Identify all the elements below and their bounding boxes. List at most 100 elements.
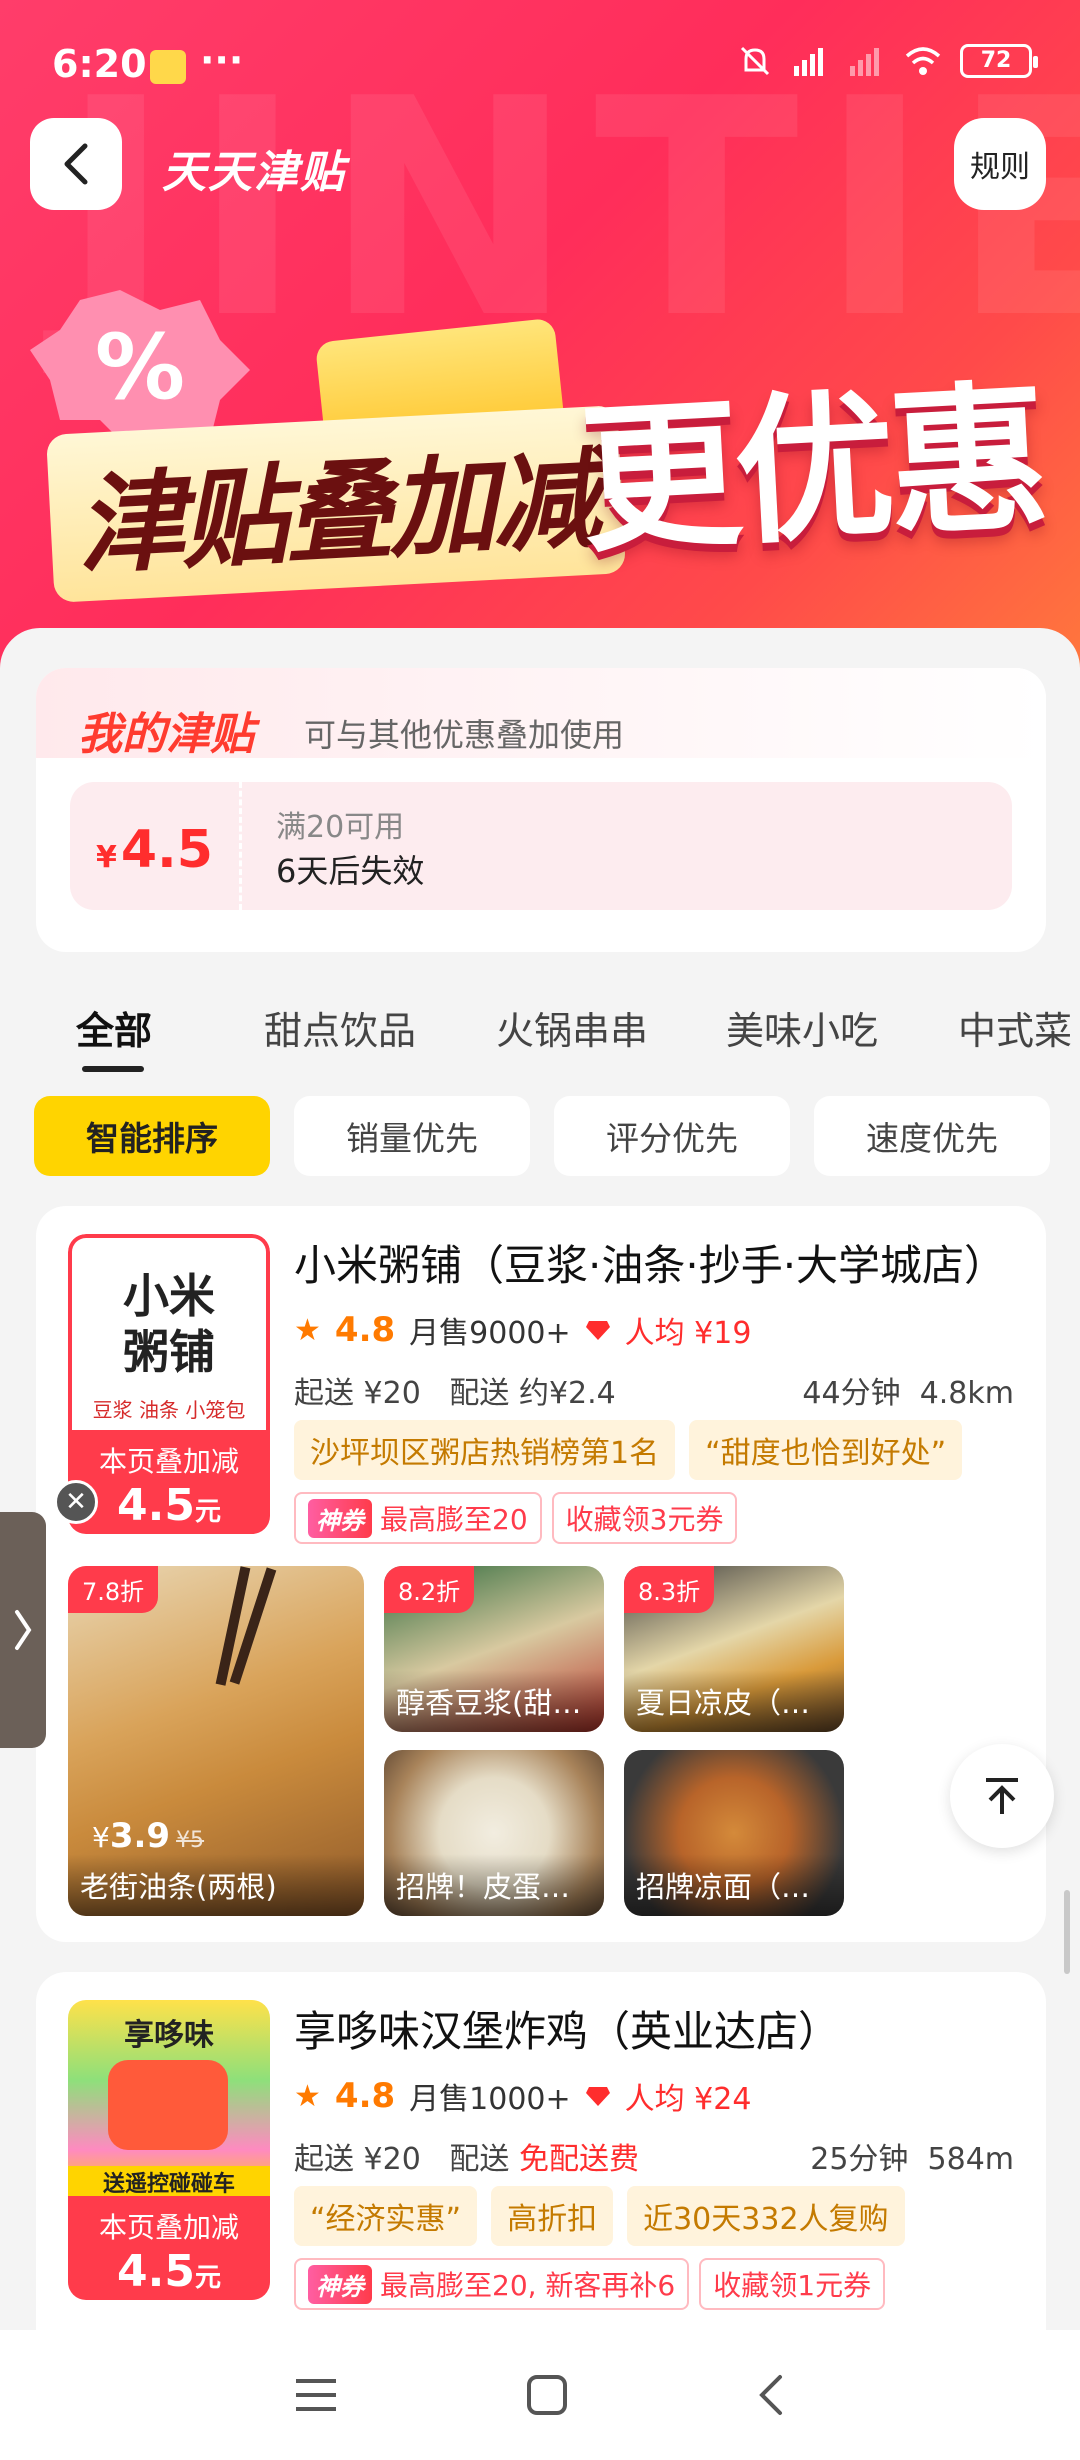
diamond-icon — [585, 2087, 610, 2106]
store-logo-image: 享哆味 送遥控碰碰车 — [68, 2000, 270, 2200]
stack-discount-badge: 本页叠加减 4.5元 — [68, 1430, 270, 1534]
dish-card[interactable]: 招牌！皮蛋… — [384, 1750, 604, 1916]
promo-favorite-coupon[interactable]: 收藏领3元券 — [551, 1492, 738, 1544]
side-drawer-handle[interactable] — [0, 1512, 46, 1748]
subsidy-description: 可与其他优惠叠加使用 — [304, 716, 625, 754]
close-icon[interactable]: ✕ — [54, 1480, 98, 1524]
back-to-top-button[interactable] — [950, 1744, 1054, 1848]
signal-icon — [794, 48, 823, 76]
promo-coupon[interactable]: 神券 最高膨至20, 新客再补6 — [294, 2258, 690, 2310]
store-tags: “经济实惠” 高折扣 近30天332人复购 — [294, 2186, 905, 2246]
store-logo[interactable]: 享哆味 送遥控碰碰车 本页叠加减 4.5元 — [68, 2000, 270, 2300]
notification-app-icon — [150, 50, 186, 84]
store-rating: 4.8 — [334, 1310, 396, 1350]
store-rating: 4.8 — [334, 2076, 396, 2116]
sort-smart-button[interactable]: 智能排序 — [34, 1096, 270, 1176]
back-button[interactable] — [30, 118, 122, 210]
dish-card[interactable]: 8.3折 夏日凉皮（… — [624, 1566, 844, 1732]
system-navigation-bar — [0, 2330, 1080, 2460]
badge-unit: 元 — [194, 2263, 221, 2293]
promo-coupon[interactable]: 神券 最高膨至20 — [294, 1492, 542, 1544]
tab-desserts-drinks[interactable]: 甜点饮品 — [264, 1000, 416, 1055]
tab-chinese-dishes[interactable]: 中式菜 — [958, 1000, 1072, 1055]
dish-orig-price: ¥5 — [176, 1828, 205, 1853]
home-icon[interactable] — [525, 2373, 569, 2417]
store-card[interactable]: 小米 粥铺 豆浆 油条 小笼包 本页叠加减 4.5元 小米粥铺（豆浆·油条·抄手… — [36, 1206, 1046, 1942]
sort-options: 智能排序 销量优先 评分优先 速度优先 — [34, 1096, 1054, 1176]
tab-active-indicator — [82, 1066, 144, 1072]
avg-price: 人均 ¥19 — [624, 1316, 752, 1351]
status-bar: 6:20 ··· 72 — [0, 0, 1080, 130]
store-delivery: 起送 ¥20 配送 免配送费 25分钟 584m — [294, 2134, 1014, 2178]
badge-amount: 4.5元 — [68, 2246, 270, 2297]
time-distance: 44分钟 4.8km — [802, 1368, 1014, 1412]
tab-snacks[interactable]: 美味小吃 — [726, 1000, 878, 1055]
coupon-value: 4.5 — [120, 820, 213, 880]
battery-indicator: 72 — [960, 44, 1038, 78]
sort-rating-button[interactable]: 评分优先 — [554, 1096, 790, 1176]
coupon-currency: ¥ — [96, 840, 117, 875]
tab-all[interactable]: 全部 — [76, 1000, 152, 1055]
store-tag: “甜度也恰到好处” — [689, 1420, 963, 1480]
dish-name: 招牌凉面（… — [624, 1854, 844, 1916]
distance: 4.8km — [919, 1376, 1014, 1411]
super-coupon-tag: 神券 — [308, 2264, 372, 2304]
store-tags: 沙坪坝区粥店热销榜第1名 “甜度也恰到好处” — [294, 1420, 963, 1480]
star-icon: ★ — [294, 1312, 321, 1348]
store-logo[interactable]: 小米 粥铺 豆浆 油条 小笼包 本页叠加减 4.5元 — [68, 1234, 270, 1534]
dish-currency: ¥ — [92, 1821, 110, 1854]
dish-card[interactable]: 7.8折 ¥3.9 ¥5 老街油条(两根) — [68, 1566, 364, 1916]
dish-name: 招牌！皮蛋… — [384, 1854, 604, 1916]
subsidy-title: 我的津贴 — [78, 709, 254, 760]
my-subsidy-card: 我的津贴 可与其他优惠叠加使用 ¥ 4.5 满20可用 6天后失效 — [36, 668, 1046, 952]
store-delivery: 起送 ¥20 配送 约¥2.4 44分钟 4.8km — [294, 1368, 1014, 1412]
badge-unit: 元 — [194, 1497, 221, 1527]
store-promos: 神券 最高膨至20 收藏领3元券 — [294, 1492, 738, 1544]
store-name[interactable]: 享哆味汉堡炸鸡（英业达店） — [294, 1998, 1014, 2059]
sort-speed-button[interactable]: 速度优先 — [814, 1096, 1050, 1176]
badge-value: 4.5 — [117, 2246, 195, 2297]
coupon-expiry: 6天后失效 — [276, 852, 425, 890]
distance: 584m — [927, 2142, 1014, 2177]
scrollbar[interactable] — [1064, 1890, 1070, 1974]
signal-weak-icon — [850, 48, 879, 76]
mute-bell-icon — [740, 46, 770, 76]
dish-card[interactable]: 招牌凉面（… — [624, 1750, 844, 1916]
wifi-icon — [905, 47, 941, 75]
chevron-right-icon — [15, 1610, 32, 1650]
tab-hotpot[interactable]: 火锅串串 — [496, 1000, 648, 1055]
coupon-condition: 满20可用 — [276, 810, 405, 845]
banner-slogan-right: 更优惠 — [576, 364, 1048, 575]
dish-price: ¥3.9 ¥5 — [92, 1816, 204, 1856]
promo-favorite-coupon[interactable]: 收藏领1元券 — [699, 2258, 886, 2310]
store-tag: 近30天332人复购 — [627, 2186, 905, 2246]
store-meta: ★ 4.8 月售9000+ 人均 ¥19 — [294, 1308, 751, 1352]
promo-banner[interactable]: % 津贴叠加减 更优惠 — [20, 270, 1060, 603]
stack-discount-badge: 本页叠加减 4.5元 — [68, 2196, 270, 2300]
back-nav-icon[interactable] — [756, 2373, 786, 2417]
rules-button[interactable]: 规则 — [954, 118, 1046, 210]
dish-price-value: 3.9 — [109, 1816, 171, 1856]
dish-discount: 8.3折 — [624, 1566, 715, 1613]
store-tag: “经济实惠” — [294, 2186, 478, 2246]
store-card[interactable]: 享哆味 送遥控碰碰车 本页叠加减 4.5元 享哆味汉堡炸鸡（英业达店） ★ 4.… — [36, 1972, 1046, 2372]
subsidy-coupon[interactable]: ¥ 4.5 满20可用 6天后失效 — [70, 782, 1012, 910]
sort-sales-button[interactable]: 销量优先 — [294, 1096, 530, 1176]
store-tag: 沙坪坝区粥店热销榜第1名 — [294, 1420, 676, 1480]
badge-value: 4.5 — [117, 1480, 195, 1531]
dish-card[interactable]: 8.2折 醇香豆浆(甜… — [384, 1566, 604, 1732]
dish-name: 老街油条(两根) — [68, 1854, 364, 1916]
store-name[interactable]: 小米粥铺（豆浆·油条·抄手·大学城店） — [294, 1232, 1014, 1293]
menu-icon[interactable] — [294, 2375, 338, 2415]
delivery-time: 44分钟 — [802, 1376, 901, 1411]
time-distance: 25分钟 584m — [810, 2134, 1014, 2178]
delivery-label: 配送 — [449, 1376, 510, 1411]
status-icons: 72 — [736, 44, 1038, 78]
promo-text: 最高膨至20, 新客再补6 — [380, 2269, 676, 2302]
dish-gallery: 7.8折 ¥3.9 ¥5 老街油条(两根) 8.2折 醇香豆浆(甜… 8.3折 夏… — [68, 1566, 1014, 1916]
diamond-icon — [585, 1321, 610, 1340]
delivery-fee: 约¥2.4 — [518, 1376, 616, 1411]
avg-price: 人均 ¥24 — [624, 2082, 752, 2117]
promo-text: 最高膨至20 — [380, 1503, 528, 1536]
dish-discount: 8.2折 — [384, 1566, 475, 1613]
